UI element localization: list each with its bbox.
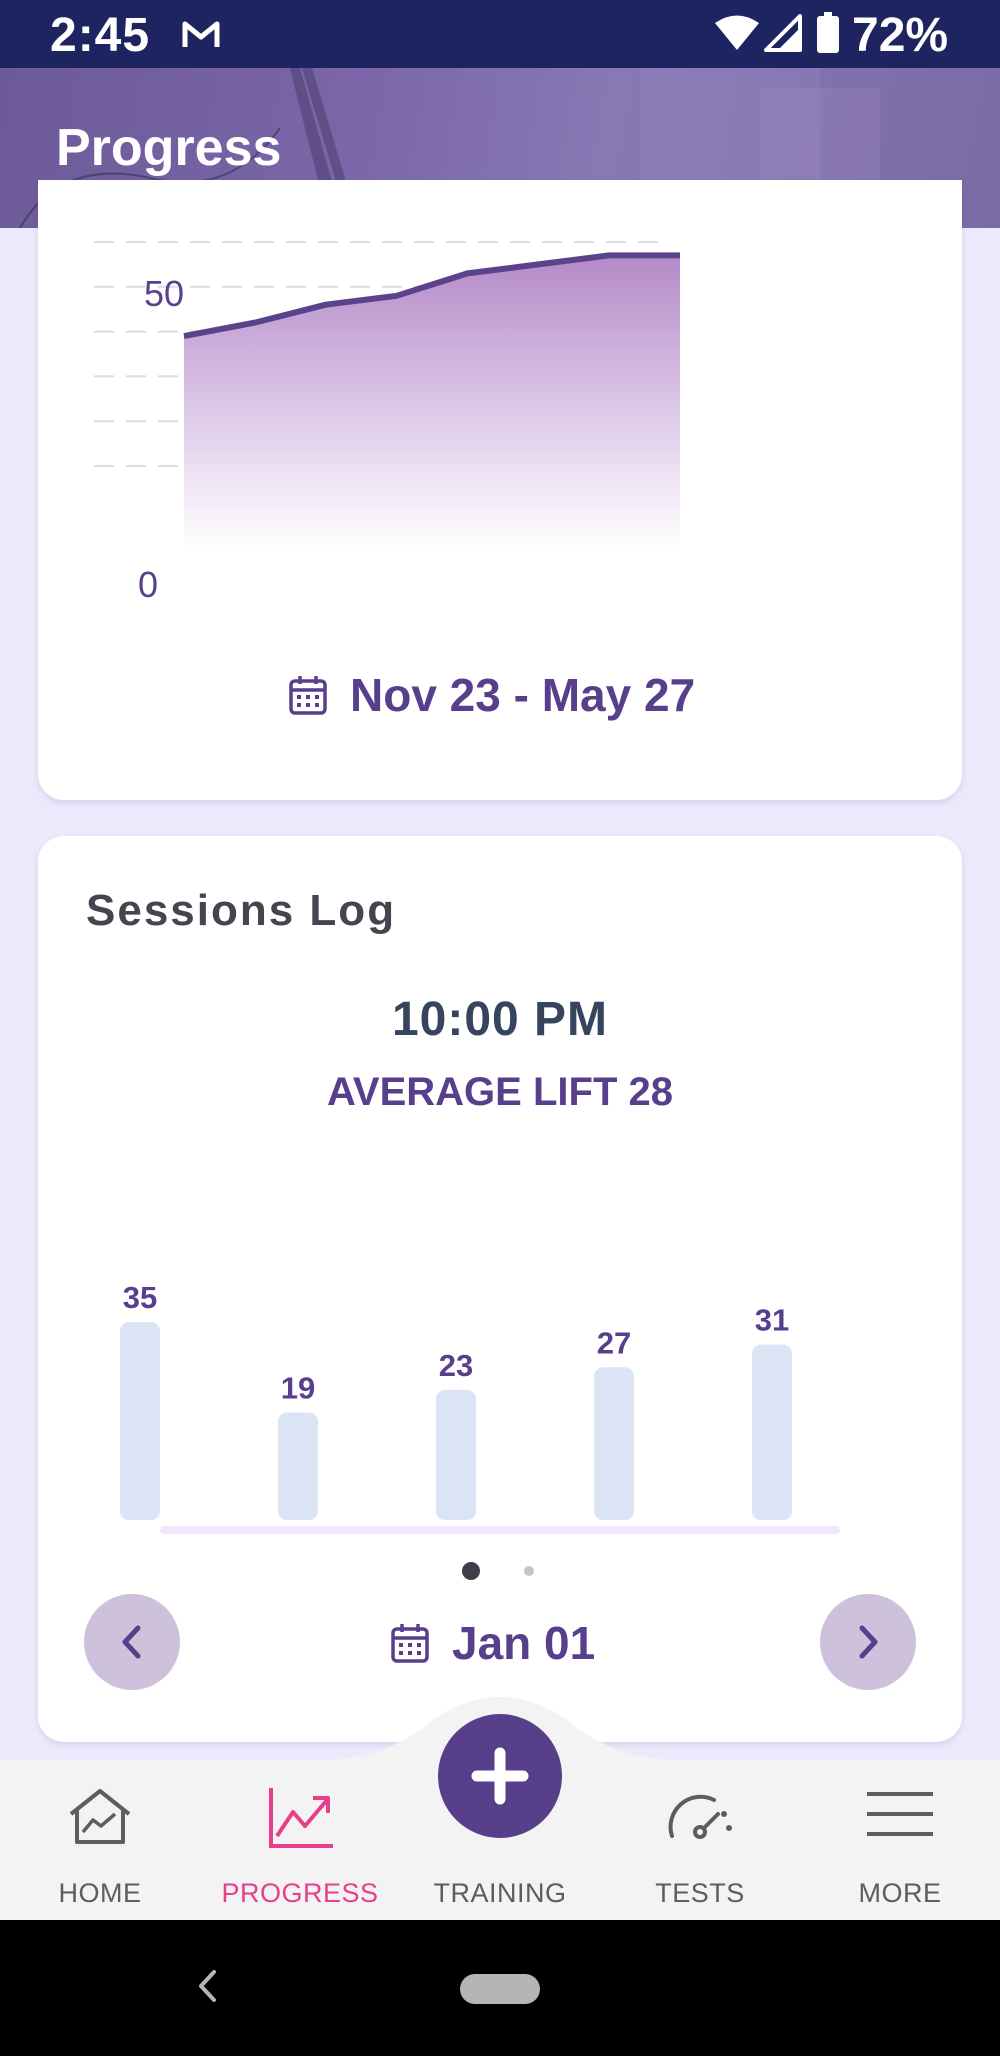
next-session-button[interactable] — [820, 1594, 916, 1690]
nav-progress[interactable]: PROGRESS — [220, 1760, 380, 1920]
session-date[interactable]: Jan 01 — [390, 1616, 595, 1670]
previous-session-button[interactable] — [84, 1594, 180, 1690]
session-bar — [120, 1322, 160, 1520]
nav-training-label: TRAINING — [433, 1878, 567, 1908]
nav-training[interactable]: TRAINING — [420, 1760, 580, 1920]
nav-more[interactable]: MORE — [840, 1760, 960, 1920]
y-label-max: 50 — [144, 273, 184, 314]
page-title: Progress — [56, 119, 282, 177]
bar-value-label: 35 — [123, 1280, 157, 1315]
calendar-icon — [289, 676, 327, 715]
bar-value-label: 27 — [597, 1325, 631, 1360]
wifi-icon — [715, 15, 759, 50]
y-label-min: 0 — [138, 564, 158, 605]
signal-icon — [764, 14, 802, 52]
home-pill-button[interactable] — [460, 1974, 540, 2004]
page-indicator-inactive[interactable] — [524, 1566, 534, 1576]
bar-value-label: 31 — [755, 1303, 789, 1338]
gmail-icon — [182, 21, 220, 47]
bar-value-label: 23 — [439, 1348, 473, 1383]
session-bar — [436, 1389, 476, 1520]
chevron-left-icon — [122, 1625, 141, 1659]
bar-baseline — [160, 1526, 840, 1534]
status-time: 2:45 — [50, 9, 151, 62]
gauge-icon — [668, 1794, 732, 1839]
session-bar — [752, 1344, 792, 1520]
battery-percent: 72% — [852, 9, 949, 62]
back-icon[interactable] — [196, 1968, 218, 2004]
nav-tests-label: TESTS — [655, 1878, 745, 1908]
page-indicator-active[interactable] — [462, 1562, 480, 1580]
sessions-log-card: Sessions Log 10:00 PM AVERAGE LIFT 28 35… — [38, 836, 962, 1742]
calendar-icon — [391, 1624, 429, 1663]
nav-progress-label: PROGRESS — [221, 1878, 379, 1908]
nav-home[interactable]: HOME — [40, 1760, 160, 1920]
date-range[interactable]: Nov 23 - May 27 — [288, 668, 695, 722]
battery-icon — [817, 12, 839, 53]
home-icon — [69, 1789, 131, 1844]
nav-home-label: HOME — [58, 1878, 142, 1908]
area-fill — [184, 255, 680, 550]
session-date-text: Jan 01 — [452, 1617, 596, 1669]
session-bar — [594, 1367, 634, 1520]
progress-chart-card: 50 0 Nov 23 - May 27 — [38, 180, 962, 800]
menu-icon — [867, 1792, 933, 1836]
status-bar: 2:45 72% — [0, 0, 1000, 68]
sessions-bar-chart: 35 19 23 27 31 — [120, 1280, 840, 1534]
date-range-text: Nov 23 - May 27 — [350, 669, 696, 721]
nav-more-label: MORE — [858, 1878, 942, 1908]
session-bar — [278, 1412, 318, 1520]
progress-chart-icon — [269, 1788, 333, 1848]
nav-tests[interactable]: TESTS — [640, 1760, 760, 1920]
bar-value-label: 19 — [281, 1371, 315, 1406]
chevron-right-icon — [859, 1625, 878, 1659]
